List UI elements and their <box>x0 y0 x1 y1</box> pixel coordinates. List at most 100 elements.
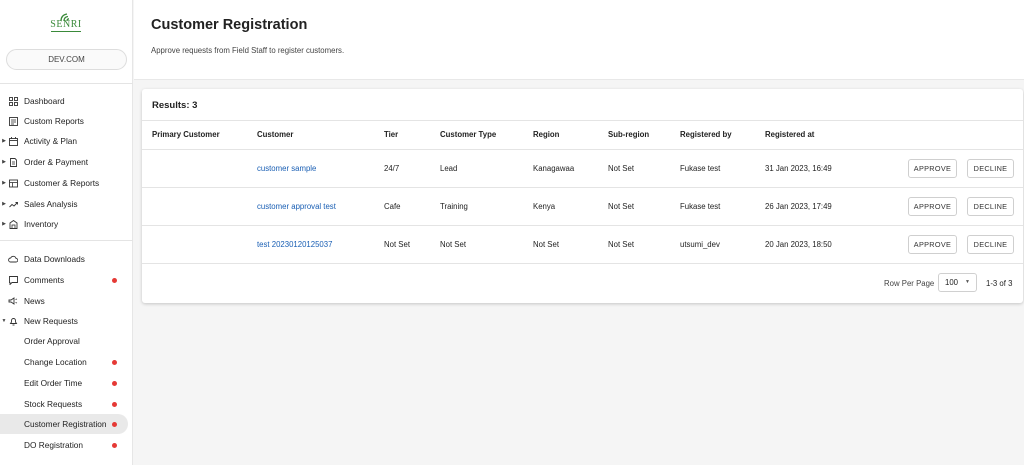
customer-type-cell: Not Set <box>440 240 467 249</box>
decline-button[interactable]: DECLINE <box>967 197 1014 216</box>
column-header-region: Region <box>533 130 560 139</box>
sidebar: SENRI DEV.COM Dashboard Custom Reports ▶… <box>0 0 133 465</box>
table-icon <box>8 178 18 188</box>
cloud-icon <box>8 254 18 264</box>
approve-button[interactable]: APPROVE <box>908 197 957 216</box>
registered-by-cell: Fukase test <box>680 164 721 173</box>
registered-at-cell: 31 Jan 2023, 16:49 <box>765 164 832 173</box>
column-header-registered-at: Registered at <box>765 130 815 139</box>
grid-icon <box>8 96 18 106</box>
sidebar-item-comments[interactable]: Comments <box>0 270 133 290</box>
tier-cell: Cafe <box>384 202 401 211</box>
expand-caret-icon[interactable]: ▶ <box>0 180 8 186</box>
expand-caret-icon[interactable]: ▶ <box>0 221 8 227</box>
sidebar-item-label: Data Downloads <box>24 254 85 264</box>
page-header: Customer Registration Approve requests f… <box>134 0 1024 80</box>
sidebar-item-news[interactable]: News <box>0 291 133 311</box>
sidebar-item-custom-reports[interactable]: Custom Reports <box>0 111 133 131</box>
results-count: Results: 3 <box>152 100 198 111</box>
megaphone-icon <box>8 296 18 306</box>
notification-dot <box>112 402 117 407</box>
sidebar-subitem-label: Order Approval <box>24 336 80 346</box>
sidebar-item-label: News <box>24 296 45 306</box>
sidebar-item-order-payment[interactable]: ▶ Order & Payment <box>0 152 133 172</box>
inventory-icon <box>8 219 18 229</box>
sidebar-item-inventory[interactable]: ▶ Inventory <box>0 214 133 234</box>
calendar-icon <box>8 136 18 146</box>
column-header-customer-type: Customer Type <box>440 130 497 139</box>
comment-icon <box>8 275 18 285</box>
notification-dot <box>112 360 117 365</box>
sidebar-item-customer-reports[interactable]: ▶ Customer & Reports <box>0 173 133 193</box>
sidebar-item-label: Dashboard <box>24 96 65 106</box>
column-header-primary-customer: Primary Customer <box>152 130 220 139</box>
customer-type-cell: Training <box>440 202 468 211</box>
sidebar-item-new-requests[interactable]: ▼ New Requests <box>0 311 133 331</box>
sidebar-subitem-do-registration[interactable]: DO Registration <box>0 435 133 455</box>
logo-text: SENRI <box>50 19 82 30</box>
sidebar-subitem-order-approval[interactable]: Order Approval <box>0 331 133 351</box>
domain-selector[interactable]: DEV.COM <box>6 49 127 70</box>
notification-dot <box>112 278 117 283</box>
collapse-caret-icon[interactable]: ▼ <box>0 318 8 324</box>
tier-cell: 24/7 <box>384 164 400 173</box>
registered-at-cell: 20 Jan 2023, 18:50 <box>765 240 832 249</box>
chevron-down-icon: ▼ <box>965 279 970 285</box>
column-header-sub-region: Sub-region <box>608 130 650 139</box>
sub-region-cell: Not Set <box>608 202 635 211</box>
sidebar-subitem-label: Stock Requests <box>24 399 83 409</box>
decline-button[interactable]: DECLINE <box>967 159 1014 178</box>
sidebar-subitem-stock-requests[interactable]: Stock Requests <box>0 394 133 414</box>
sidebar-item-activity-plan[interactable]: ▶ Activity & Plan <box>0 131 133 151</box>
trend-icon <box>8 199 18 209</box>
sidebar-subitem-label: Edit Order Time <box>24 378 83 388</box>
rows-per-page-value: 100 <box>945 278 959 287</box>
expand-caret-icon[interactable]: ▶ <box>0 201 8 207</box>
customer-link[interactable]: customer sample <box>257 164 316 173</box>
notification-dot <box>112 422 117 427</box>
sidebar-item-data-downloads[interactable]: Data Downloads <box>0 249 133 269</box>
sidebar-item-label: Comments <box>24 275 65 285</box>
registration-table-card: Results: 3 Primary Customer Customer Tie… <box>142 89 1023 303</box>
column-header-registered-by: Registered by <box>680 130 732 139</box>
customer-type-cell: Lead <box>440 164 458 173</box>
approve-button[interactable]: APPROVE <box>908 235 957 254</box>
approve-button[interactable]: APPROVE <box>908 159 957 178</box>
region-cell: Kenya <box>533 202 556 211</box>
rows-per-page-select[interactable]: 100 ▼ <box>938 273 977 292</box>
decline-button[interactable]: DECLINE <box>967 235 1014 254</box>
document-icon <box>8 157 18 167</box>
customer-link[interactable]: test 20230120125037 <box>257 240 332 249</box>
rows-per-page-label: Row Per Page <box>884 279 935 288</box>
sidebar-subitem-change-location[interactable]: Change Location <box>0 352 133 372</box>
bell-icon <box>8 316 18 326</box>
expand-caret-icon[interactable]: ▶ <box>0 138 8 144</box>
sidebar-item-label: Custom Reports <box>24 116 84 126</box>
customer-link[interactable]: customer approval test <box>257 202 336 211</box>
notification-dot <box>112 443 117 448</box>
sidebar-subitem-label: Change Location <box>24 357 87 367</box>
sub-region-cell: Not Set <box>608 164 635 173</box>
sidebar-item-label: Order & Payment <box>24 157 89 167</box>
region-cell: Kanagawaa <box>533 164 575 173</box>
column-header-customer: Customer <box>257 130 294 139</box>
sub-region-cell: Not Set <box>608 240 635 249</box>
registered-by-cell: utsumi_dev <box>680 240 720 249</box>
pagination-range: 1-3 of 3 <box>986 279 1013 288</box>
registered-by-cell: Fukase test <box>680 202 721 211</box>
senri-logo[interactable]: SENRI <box>44 12 88 42</box>
sidebar-subitem-customer-registration[interactable]: Customer Registration <box>0 414 128 434</box>
sidebar-subitem-edit-order-time[interactable]: Edit Order Time <box>0 373 133 393</box>
region-cell: Not Set <box>533 240 560 249</box>
sidebar-item-sales-analysis[interactable]: ▶ Sales Analysis <box>0 194 133 214</box>
sidebar-item-label: Customer & Reports <box>24 178 100 188</box>
sidebar-subitem-label: Customer Registration <box>24 419 107 429</box>
sidebar-item-label: Activity & Plan <box>24 136 78 146</box>
registered-at-cell: 26 Jan 2023, 17:49 <box>765 202 832 211</box>
column-header-tier: Tier <box>384 130 399 139</box>
tier-cell: Not Set <box>384 240 411 249</box>
expand-caret-icon[interactable]: ▶ <box>0 159 8 165</box>
report-icon <box>8 116 18 126</box>
sidebar-item-dashboard[interactable]: Dashboard <box>0 91 133 111</box>
sidebar-item-label: Inventory <box>24 219 59 229</box>
